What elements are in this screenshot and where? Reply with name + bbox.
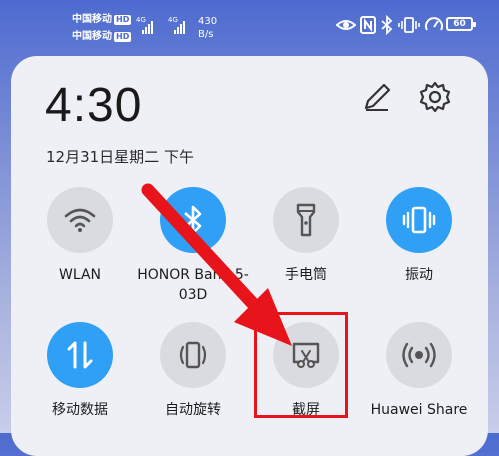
carrier-2: 中国移动 HD [72, 31, 132, 43]
tile-auto-rotate-toggle[interactable] [160, 322, 226, 388]
tile-auto-rotate[interactable]: 自动旋转 [138, 322, 248, 442]
tile-vibrate-toggle[interactable] [386, 187, 452, 253]
tile-flashlight-label: 手电筒 [285, 267, 327, 283]
wifi-icon [64, 208, 96, 232]
nfc-icon [360, 16, 376, 34]
tile-wlan-toggle[interactable] [47, 187, 113, 253]
network-2-label: 4G [168, 16, 178, 24]
hd-badge: HD [114, 15, 132, 25]
carrier-2-label: 中国移动 [72, 31, 112, 42]
tile-mobile-data-label: 移动数据 [52, 402, 108, 418]
network-1-label: 4G [136, 16, 146, 24]
settings-button[interactable] [418, 80, 452, 114]
auto-rotate-icon [179, 341, 207, 369]
tile-flashlight[interactable]: 手电筒 [251, 187, 361, 307]
network-speed: 430 B/s [198, 15, 217, 41]
tile-bluetooth[interactable]: HONOR Band 5-03D [137, 187, 249, 307]
pencil-icon [364, 83, 391, 111]
tile-bluetooth-label: HONOR Band 5-03D [137, 267, 249, 303]
tile-huawei-share-label: Huawei Share [370, 402, 468, 418]
tile-mobile-data-toggle[interactable] [47, 322, 113, 388]
tile-vibrate[interactable]: 振动 [364, 187, 474, 307]
carrier-1: 中国移动 HD [72, 14, 132, 26]
tile-auto-rotate-label: 自动旋转 [165, 402, 221, 418]
signal-1-icon: 4G [136, 16, 153, 34]
carrier-1-label: 中国移动 [72, 14, 112, 25]
tile-wlan[interactable]: WLAN [25, 187, 135, 307]
tile-mobile-data[interactable]: 移动数据 [25, 322, 135, 442]
bluetooth-icon [184, 205, 202, 235]
hd-badge: HD [114, 32, 132, 42]
signal-2-icon: 4G [168, 16, 185, 34]
date-label: 12月31日星期二 下午 [46, 148, 194, 166]
clock-time: 4:30 [45, 79, 143, 132]
huawei-share-icon [402, 342, 436, 368]
speedometer-icon [425, 17, 443, 31]
tile-flashlight-toggle[interactable] [273, 187, 339, 253]
status-bar: 中国移动 HD 中国移动 HD 4G 4G 430 B/s 60 [0, 0, 499, 48]
vibrate-icon [402, 206, 436, 234]
tile-bluetooth-toggle[interactable] [160, 187, 226, 253]
tile-huawei-share[interactable]: Huawei Share [364, 322, 474, 442]
tile-wlan-label: WLAN [58, 267, 101, 283]
mobile-data-icon [67, 341, 93, 369]
vibrate-icon [398, 17, 420, 33]
annotation-highlight-box [254, 312, 348, 418]
battery-indicator: 60 [446, 17, 476, 31]
tile-huawei-share-toggle[interactable] [386, 322, 452, 388]
gear-icon [419, 81, 451, 113]
flashlight-icon [296, 203, 316, 237]
eye-icon [336, 20, 356, 30]
tile-vibrate-label: 振动 [405, 267, 433, 283]
speed-value: 430 [198, 16, 218, 27]
bluetooth-icon [381, 15, 393, 35]
edit-button[interactable] [360, 80, 394, 114]
speed-unit: B/s [198, 29, 214, 40]
